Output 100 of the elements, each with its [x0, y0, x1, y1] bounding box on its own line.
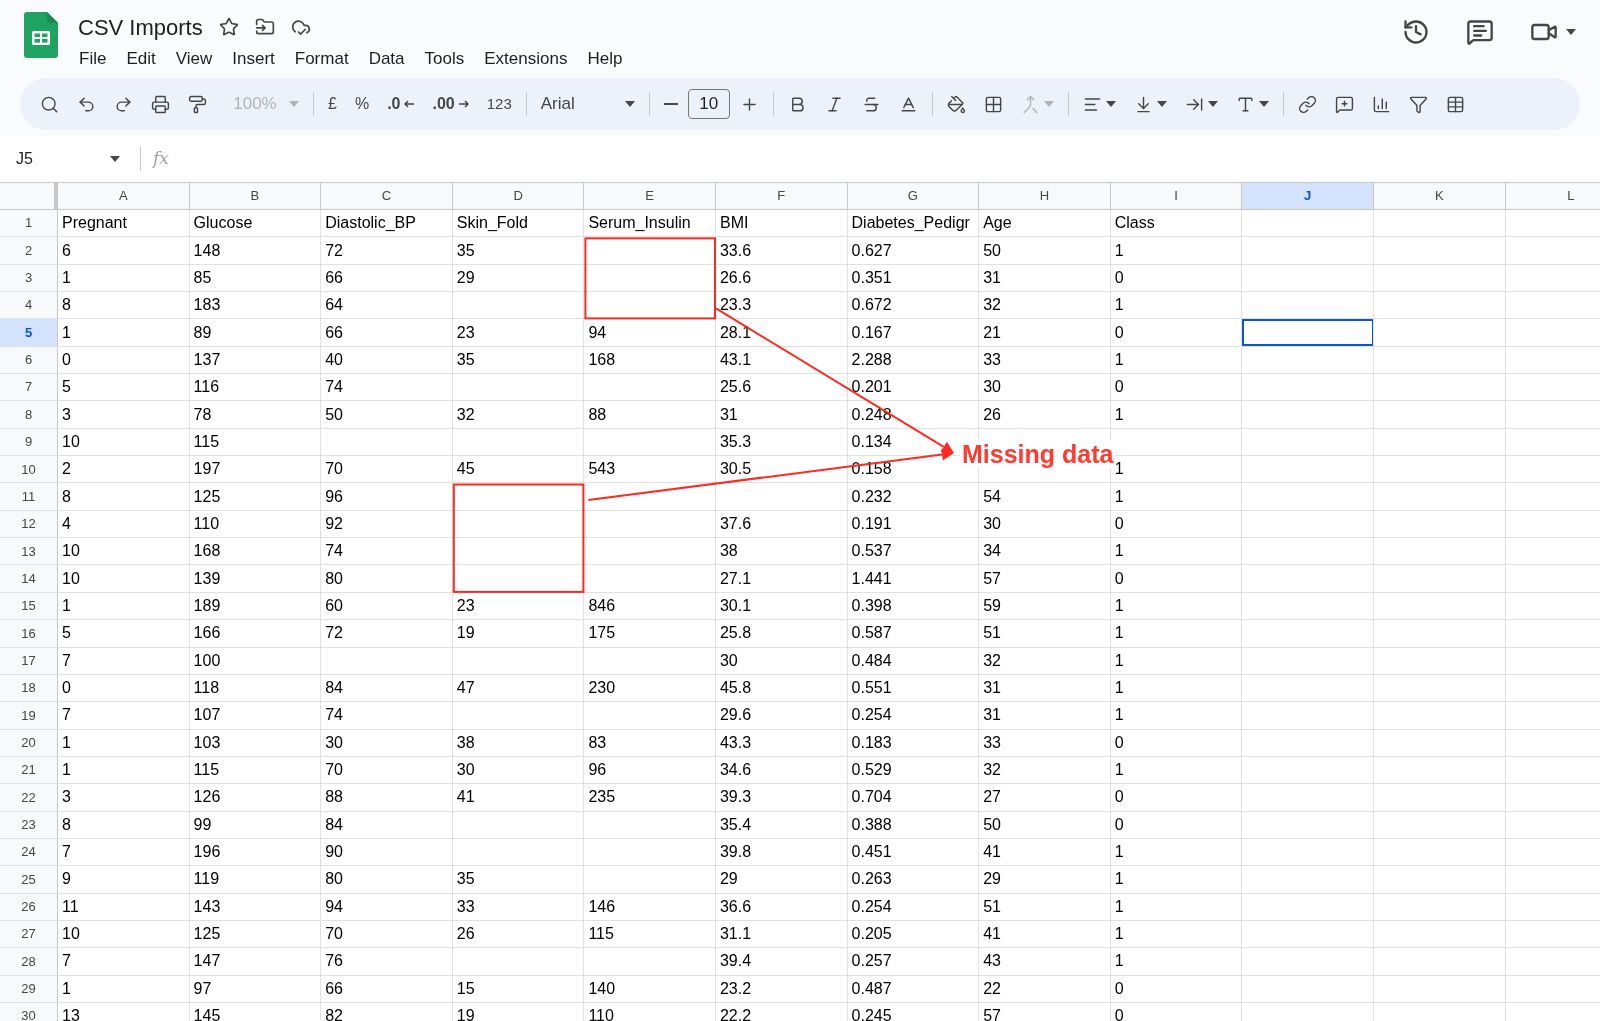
row-header[interactable]: 5: [0, 319, 58, 346]
column-header[interactable]: H: [979, 183, 1111, 210]
star-icon[interactable]: [218, 17, 239, 37]
active-cell[interactable]: [1242, 319, 1374, 346]
row-header[interactable]: 18: [0, 674, 58, 702]
row-header[interactable]: 24: [0, 838, 58, 866]
row-header[interactable]: 7: [0, 374, 58, 401]
row-header[interactable]: 25: [0, 866, 58, 893]
row-header[interactable]: 11: [0, 483, 58, 510]
row-header[interactable]: 23: [0, 811, 58, 838]
percent-button[interactable]: %: [346, 88, 378, 120]
row-header[interactable]: 22: [0, 784, 58, 811]
table-cell-text: 103: [192, 732, 222, 753]
row-header[interactable]: 9: [0, 428, 58, 456]
column-header[interactable]: C: [321, 183, 453, 210]
menu-item[interactable]: Tools: [415, 44, 474, 74]
currency-button[interactable]: £: [320, 88, 345, 120]
table-cell-text: 92: [324, 513, 344, 534]
column-header[interactable]: D: [452, 183, 585, 210]
menu-item[interactable]: Help: [578, 44, 632, 74]
row-header[interactable]: 28: [0, 948, 58, 975]
font-size-field[interactable]: 10: [687, 89, 730, 119]
table-cell-text: 84: [324, 678, 344, 698]
table-cell-text: 4: [61, 513, 72, 534]
table-cell-text: 0.183: [850, 732, 893, 753]
move-folder-icon[interactable]: [254, 17, 275, 37]
table-cell-text: 23.3: [718, 295, 753, 316]
comments-icon[interactable]: [1466, 18, 1494, 46]
cloud-check-icon[interactable]: [290, 17, 311, 37]
table-cell-text: 31: [718, 404, 739, 425]
column-header[interactable]: A: [58, 183, 190, 210]
table-cell-text: 0.254: [850, 896, 893, 917]
table-cell-text: 32: [982, 295, 1002, 316]
column-header[interactable]: G: [847, 183, 980, 210]
row-header[interactable]: 21: [0, 756, 58, 784]
row-header[interactable]: 13: [0, 538, 58, 565]
menu-item[interactable]: Edit: [117, 44, 165, 74]
number-format-button[interactable]: 123: [478, 88, 520, 120]
spreadsheet-logo-icon[interactable]: [24, 12, 58, 58]
table-cell-text: 0.205: [850, 924, 893, 945]
increase-decimals-button[interactable]: .00: [424, 88, 477, 120]
table-cell-text: 125: [192, 486, 222, 507]
column-header[interactable]: K: [1373, 183, 1506, 210]
table-cell-text: 39.4: [718, 951, 753, 972]
table-cell-text: 1: [1113, 924, 1125, 945]
table-cell-text: 8: [61, 295, 72, 316]
menu-item[interactable]: Format: [285, 44, 358, 74]
column-header[interactable]: E: [584, 183, 716, 210]
menu-item[interactable]: Extensions: [475, 44, 577, 74]
table-cell-text: 0.537: [850, 541, 893, 562]
row-header[interactable]: 2: [0, 237, 58, 264]
table-cell-text: 41: [455, 787, 476, 808]
row-header[interactable]: 29: [0, 975, 58, 1002]
row-header[interactable]: 12: [0, 510, 58, 538]
row-header[interactable]: 14: [0, 565, 58, 592]
table-cell-text: 74: [324, 541, 344, 562]
table-cell-text: 2: [61, 459, 72, 480]
menu-item[interactable]: File: [70, 44, 116, 74]
font-select[interactable]: Arial: [532, 88, 643, 120]
menu-item[interactable]: View: [166, 44, 222, 74]
column-header[interactable]: I: [1110, 183, 1243, 210]
table-cell-text: 29: [718, 869, 739, 890]
row-header[interactable]: 19: [0, 702, 58, 729]
table-cell-text: 96: [324, 486, 344, 507]
row-header[interactable]: 10: [0, 456, 58, 483]
table-cell-text: 31: [982, 267, 1002, 288]
column-header[interactable]: F: [715, 183, 848, 210]
table-cell-text: 166: [192, 623, 222, 644]
row-header[interactable]: 20: [0, 729, 58, 756]
table-cell-text: 145: [192, 1006, 222, 1021]
row-header[interactable]: 17: [0, 647, 58, 674]
table-cell-text: 0.263: [850, 869, 893, 890]
row-header[interactable]: 26: [0, 893, 58, 920]
table-cell-text: 1: [1113, 951, 1125, 972]
column-header[interactable]: B: [189, 183, 322, 210]
table-cell-text: 47: [455, 678, 476, 698]
table-cell-text: 43: [982, 951, 1002, 972]
table-cell-text: 0.484: [850, 650, 893, 671]
table-cell-text: 1: [1113, 486, 1125, 507]
row-header[interactable]: 27: [0, 920, 58, 948]
row-header[interactable]: 6: [0, 346, 58, 374]
menu-item[interactable]: Data: [359, 44, 414, 74]
menu-item[interactable]: Insert: [223, 44, 284, 74]
table-cell-text: Skin_Fold: [455, 213, 529, 234]
row-header[interactable]: 15: [0, 592, 58, 620]
name-box[interactable]: J5: [0, 147, 128, 171]
table-cell-text: 543: [587, 459, 617, 480]
document-title[interactable]: CSV Imports: [78, 10, 203, 44]
column-header[interactable]: L: [1505, 183, 1600, 210]
row-header[interactable]: 1: [0, 210, 58, 237]
column-header[interactable]: J: [1242, 183, 1374, 210]
table-cell-text: 15: [455, 978, 476, 999]
row-header[interactable]: 8: [0, 401, 58, 428]
row-header[interactable]: 3: [0, 264, 58, 292]
table-cell-text: 60: [324, 596, 344, 616]
row-header[interactable]: 4: [0, 292, 58, 319]
table-cell-text: 33.6: [718, 240, 753, 261]
row-header[interactable]: 16: [0, 620, 58, 647]
history-icon[interactable]: [1402, 18, 1430, 46]
decrease-decimals-button[interactable]: .0: [379, 88, 423, 120]
